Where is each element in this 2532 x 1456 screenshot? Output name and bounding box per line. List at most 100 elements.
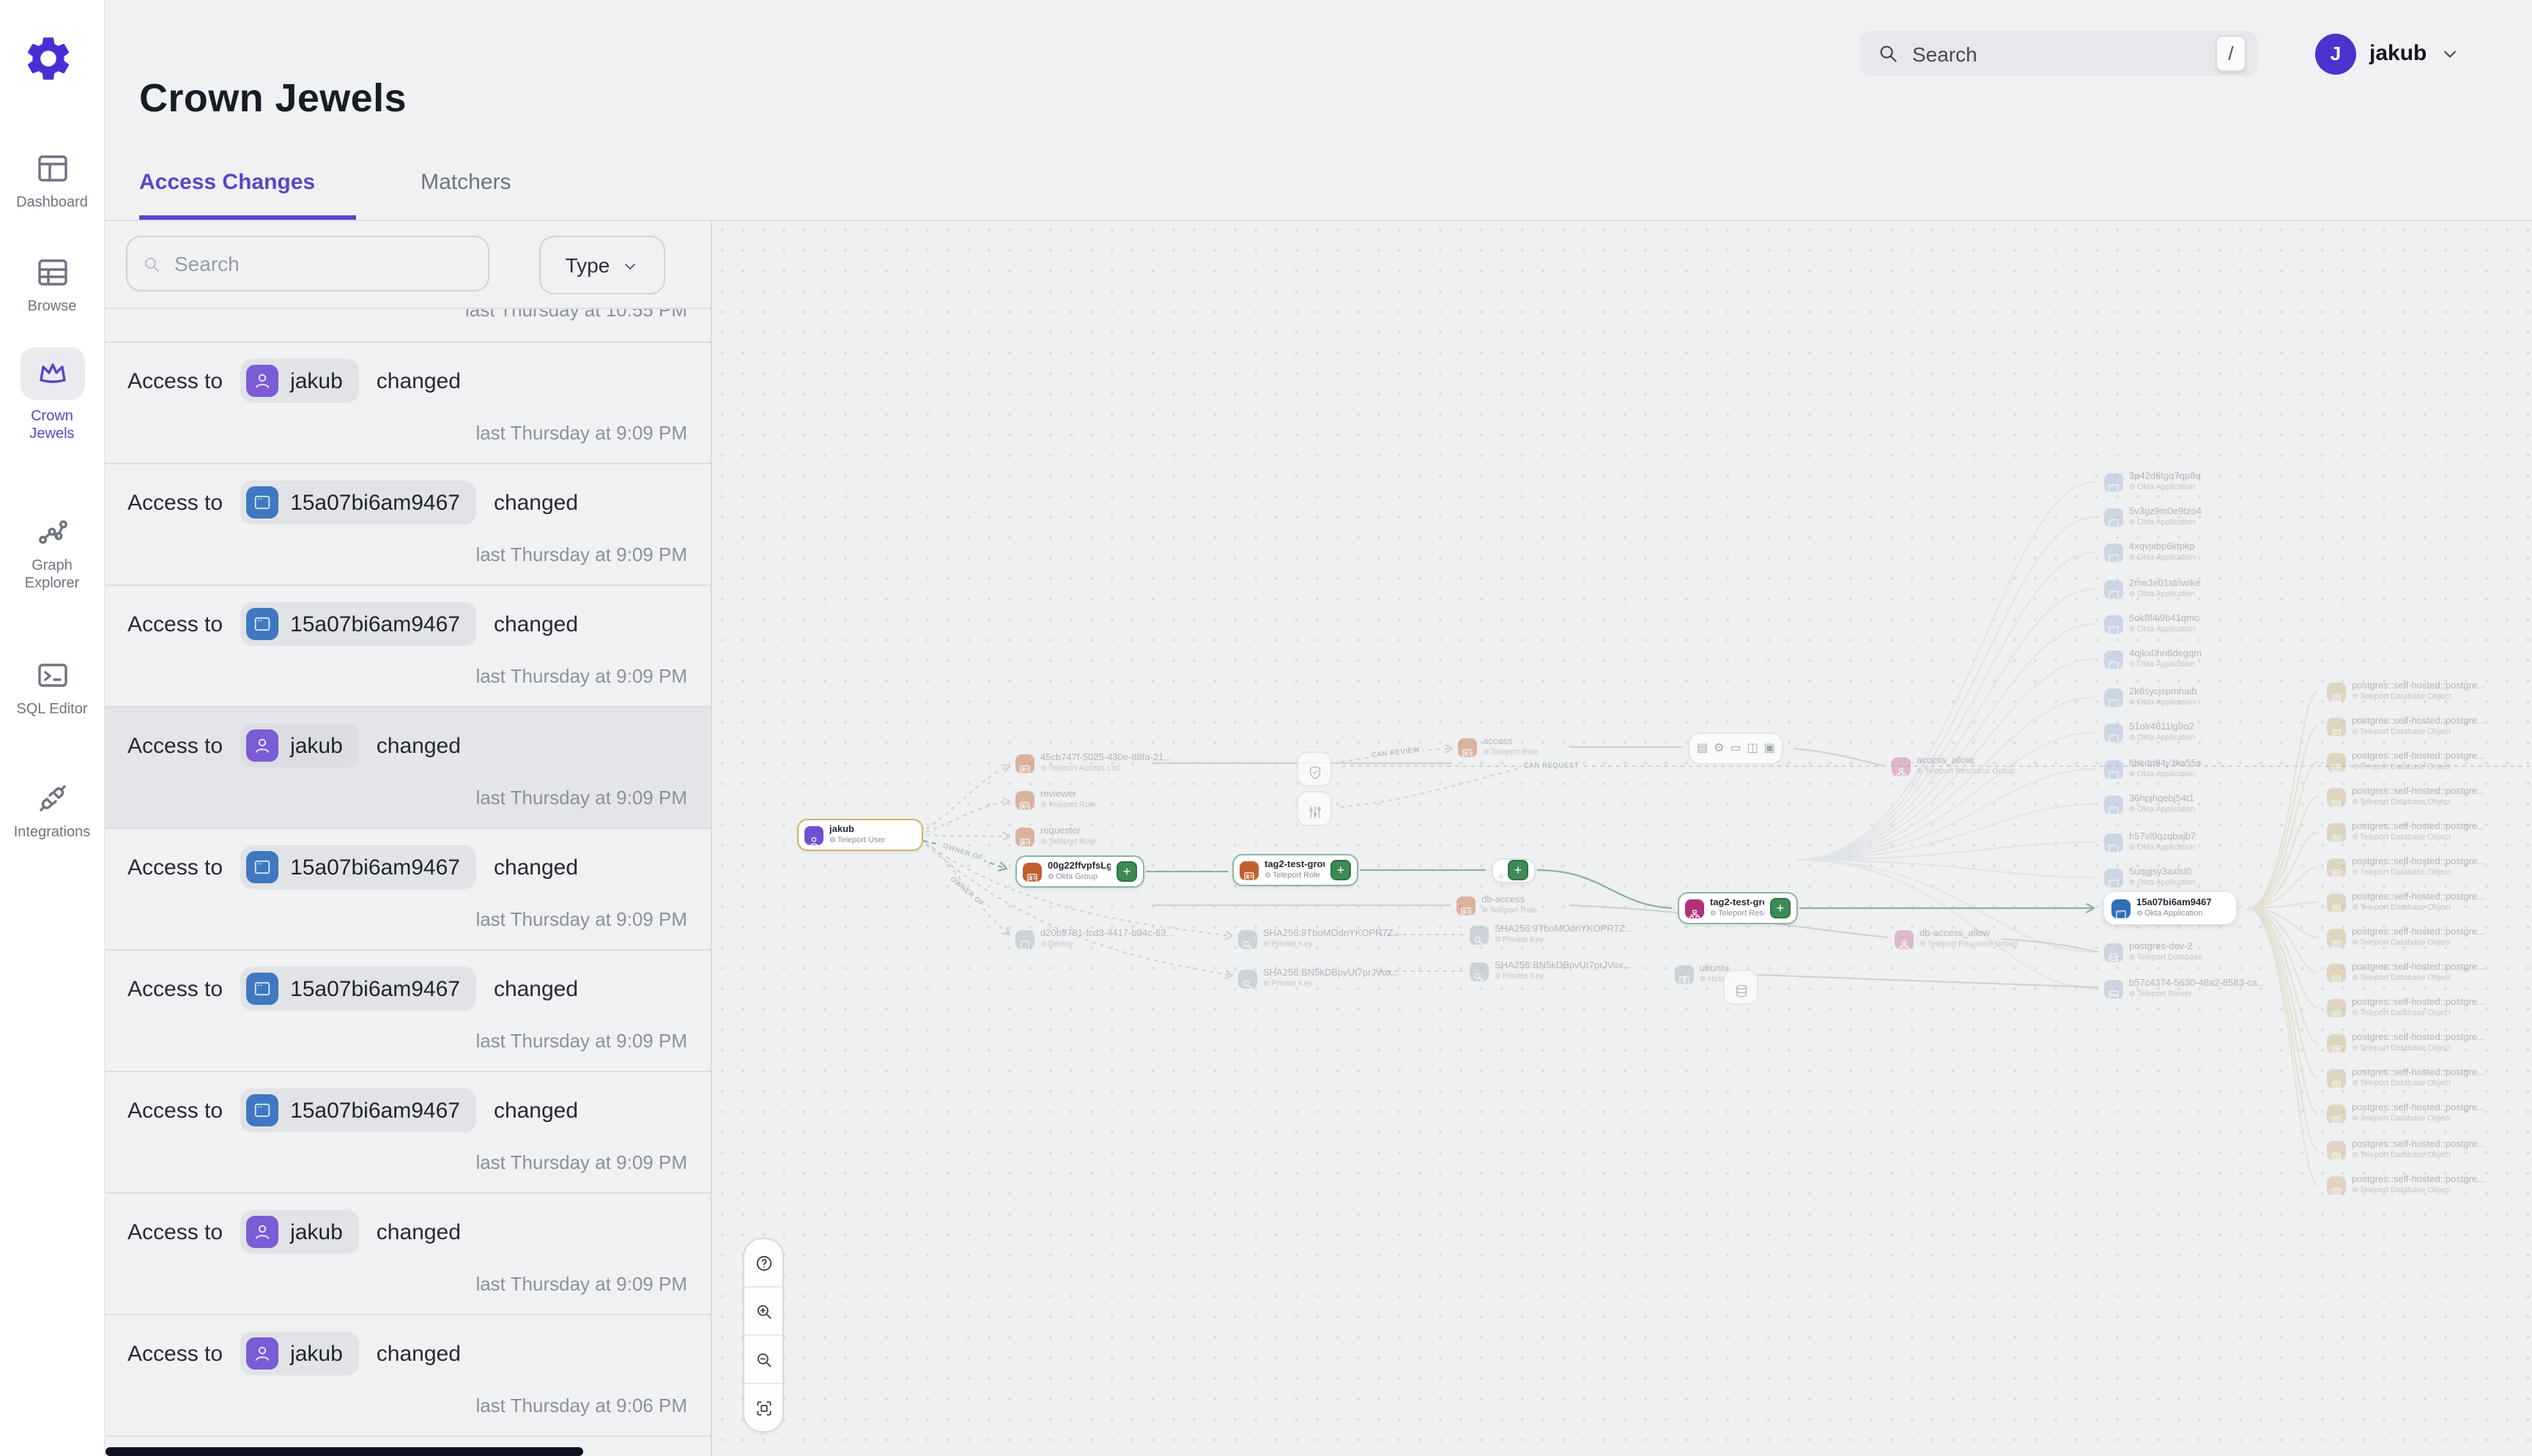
idcard-icon	[1015, 828, 1034, 847]
edge-label: CAN REQUEST	[1521, 762, 1582, 769]
graph-node-jakub[interactable]: jakub⚙Teleport User	[797, 819, 923, 851]
graph-node-d20b9781-fcd3-4417-b94c-[interactable]: d20b9781-fcd3-4417-b94c-63...⚙Device	[1015, 929, 1174, 951]
graph-node-5v3gz9m0e9tzo4[interactable]: 5v3gz9m0e9tzo4⚙Okta Application	[2104, 507, 2202, 529]
access-change-row-partial[interactable]: last Thursday at 10:55 PM	[104, 309, 711, 343]
graph-node-51olr4611lg9o2[interactable]: 51olr4611lg9o2⚙Okta Application	[2104, 722, 2195, 744]
sidebar-item-graph-explorer[interactable]: Graph Explorer	[0, 514, 104, 593]
graph-node-15a07bi6am9467[interactable]: 15a07bi6am9467⚙Okta Application	[2104, 892, 2236, 924]
idcard-icon	[1023, 862, 1042, 881]
graph-node-db-access-allow[interactable]: db-access_allow⚙Teleport Resource Group	[1895, 929, 2018, 951]
graph-node-group[interactable]: +	[1492, 858, 1536, 883]
zoom-in-button[interactable]	[744, 1288, 782, 1336]
graph-node-6bkdq84y3ka55s[interactable]: 6bkdq84y3ka55s⚙Okta Application	[2104, 759, 2201, 781]
panel-search-input[interactable]: Search	[126, 236, 489, 291]
access-change-row[interactable]: Access to jakub changed last Thursday at…	[104, 1194, 711, 1315]
row-action: changed	[494, 855, 578, 880]
expand-node-button[interactable]: +	[1117, 861, 1137, 882]
tab-access-changes[interactable]: Access Changes	[139, 170, 356, 220]
horizontal-scrollbar[interactable]	[106, 1447, 583, 1456]
graph-node-postgres-self-hosted-pos[interactable]: postgres::self-hosted::postgre...⚙Telepo…	[2327, 927, 2485, 949]
global-search-placeholder: Search	[1912, 42, 2216, 65]
zoom-out-button[interactable]	[744, 1336, 782, 1384]
type-filter-dropdown[interactable]: Type	[539, 236, 665, 294]
sidebar-item-crown-jewels[interactable]: Crown Jewels	[0, 347, 104, 444]
access-change-row[interactable]: Access to 15a07bi6am9467 changed last Th…	[104, 586, 711, 707]
graph-node-group[interactable]: ▤⚙▭◫▣	[1688, 732, 1784, 765]
graph-node-reviewer[interactable]: reviewer⚙Teleport Role	[1015, 790, 1096, 811]
access-change-row[interactable]: Access to 15a07bi6am9467 changed last Th…	[104, 951, 711, 1072]
graph-node-3p42d6tgq7qp8q[interactable]: 3p42d6tgq7qp8q⚙Okta Application	[2104, 472, 2201, 494]
help-button[interactable]	[744, 1239, 782, 1288]
graph-node-access[interactable]: access⚙Teleport Role	[1458, 737, 1539, 759]
user-menu[interactable]: J jakub	[2315, 31, 2460, 76]
graph-node-postgres-self-hosted-pos[interactable]: postgres::self-hosted::postgre...⚙Telepo…	[2327, 822, 2485, 844]
graph-node-db-access[interactable]: db-access⚙Teleport Role	[1456, 895, 1537, 917]
entity-chip[interactable]: 15a07bi6am9467	[240, 480, 476, 524]
sidebar-item-sql-editor[interactable]: SQL Editor	[0, 658, 104, 719]
graph-node-b57c4374-5630-48a2-8583-[interactable]: b57c4374-5630-48a2-8583-ca...⚙Teleport S…	[2104, 978, 2265, 1000]
graph-node-postgres-self-hosted-pos[interactable]: postgres::self-hosted::postgre...⚙Telepo…	[2327, 716, 2485, 738]
access-change-row[interactable]: Access to jakub changed last Thursday at…	[104, 1315, 711, 1437]
graph-node-2me3e01stnwike[interactable]: 2me3e01stnwike⚙Okta Application	[2104, 579, 2201, 601]
graph-node-00g22ffvpfslgceuw0h8[interactable]: 00g22ffvpfsLgcEUW0h8⚙Okta Group+	[1015, 855, 1144, 888]
graph-node-postgres-self-hosted-pos[interactable]: postgres::self-hosted::postgre...⚙Telepo…	[2327, 962, 2485, 984]
entity-chip[interactable]: 15a07bi6am9467	[240, 967, 476, 1011]
entity-chip[interactable]: 15a07bi6am9467	[240, 602, 476, 646]
graph-node-db[interactable]	[1723, 970, 1758, 1005]
sidebar-item-dashboard[interactable]: Dashboard	[0, 151, 104, 212]
row-action: changed	[494, 976, 578, 1001]
graph-node-sha256-9tbomodnykopr7z-[interactable]: SHA256:9TboMOdnYKOPR7Z...⚙Private Key	[1238, 929, 1402, 951]
access-change-row[interactable]: Access to jakub changed last Thursday at…	[104, 707, 711, 829]
graph-node-4xqvjxbp6ktpkp[interactable]: 4xqvjxbp6ktpkp⚙Okta Application	[2104, 542, 2195, 564]
graph-node-2k6sycjspmhaib[interactable]: 2k6sycjspmhaib⚙Okta Application	[2104, 687, 2197, 709]
graph-node-postgres-self-hosted-pos[interactable]: postgres::self-hosted::postgre...⚙Telepo…	[2327, 1103, 2485, 1125]
graph-node-postgres-self-hosted-pos[interactable]: postgres::self-hosted::postgre...⚙Telepo…	[2327, 892, 2485, 914]
app-logo-gear-icon[interactable]	[22, 32, 75, 85]
access-change-row[interactable]: Access to jakub changed last Thursday at…	[104, 343, 711, 464]
global-search-input[interactable]: Search /	[1859, 31, 2258, 76]
graph-node-postgres-self-hosted-pos[interactable]: postgres::self-hosted::postgre...⚙Telepo…	[2327, 998, 2485, 1019]
graph-node-sha256-bn5kdbpvut7prjvox[interactable]: SHA256:BN5kDBpvUt7prJVox...⚙Private Key	[1470, 961, 1631, 983]
graph-node-sliders[interactable]	[1297, 791, 1332, 826]
graph-node-sha256-bn5kdbpvut7prjvox[interactable]: SHA256:BN5kDBpvUt7prJVox...⚙Private Key	[1238, 968, 1399, 990]
graph-node-36hpjhqebj54t1[interactable]: 36hpjhqebj54t1⚙Okta Application	[2104, 794, 2195, 816]
access-change-row[interactable]: Access to 15a07bi6am9467 changed last Th…	[104, 1072, 711, 1194]
graph-node-postgres-self-hosted-pos[interactable]: postgres::self-hosted::postgre...⚙Telepo…	[2327, 681, 2485, 703]
entity-chip[interactable]: jakub	[240, 1331, 359, 1375]
graph-node-postgres-self-hosted-pos[interactable]: postgres::self-hosted::postgre...⚙Telepo…	[2327, 1068, 2485, 1090]
tab-matchers[interactable]: Matchers	[421, 170, 517, 220]
graph-node-postgres-dev-2[interactable]: postgres-dev-2⚙Teleport Database	[2104, 942, 2202, 964]
access-change-row[interactable]: Access to 15a07bi6am9467 changed last Th…	[104, 829, 711, 951]
graph-node-access-allow[interactable]: access_allow⚙Teleport Resource Group	[1892, 756, 2015, 778]
graph-node-tag2-test-group-access-[interactable]: tag2-test-group-access-...⚙Teleport Reso…	[1678, 892, 1798, 924]
graph-node-shield[interactable]	[1297, 751, 1332, 787]
app-window-icon	[246, 851, 278, 883]
graph-node-postgres-self-hosted-pos[interactable]: postgres::self-hosted::postgre...⚙Telepo…	[2327, 1140, 2485, 1162]
graph-node-4qjkx0hn6degqm[interactable]: 4qjkx0hn6degqm⚙Okta Application	[2104, 649, 2202, 671]
graph-node-h57vl9qzqbajb7[interactable]: h57vl9qzqbajb7⚙Okta Application	[2104, 832, 2196, 854]
graph-node-postgres-self-hosted-pos[interactable]: postgres::self-hosted::postgre...⚙Telepo…	[2327, 751, 2485, 773]
access-graph-canvas[interactable]: jakub⚙Teleport User 00g22ffvpfsLgcEUW0h8⚙…	[712, 220, 2532, 1456]
graph-node-5uqgjsy3axlsl0[interactable]: 5uqgjsy3axlsl0⚙Okta Application	[2104, 867, 2195, 889]
graph-node-postgres-self-hosted-pos[interactable]: postgres::self-hosted::postgre...⚙Telepo…	[2327, 1033, 2485, 1055]
graph-node-5ok8f4i9b41qmc[interactable]: 5ok8f4i9b41qmc⚙Okta Application	[2104, 614, 2199, 636]
graph-node-requester[interactable]: requester⚙Teleport Role	[1015, 826, 1096, 848]
graph-node-postgres-self-hosted-pos[interactable]: postgres::self-hosted::postgre...⚙Telepo…	[2327, 787, 2485, 809]
entity-chip[interactable]: jakub	[240, 359, 359, 403]
graph-node-45cb747f-5025-430e-88fa-[interactable]: 45cb747f-5025-430e-88fa-21...⚙Teleport A…	[1015, 753, 1171, 775]
fit-view-button[interactable]	[744, 1384, 782, 1431]
entity-chip[interactable]: jakub	[240, 1210, 359, 1254]
sidebar-item-browse[interactable]: Browse	[0, 255, 104, 316]
expand-node-button[interactable]: +	[1330, 860, 1351, 880]
expand-node-button[interactable]: +	[1770, 898, 1791, 918]
graph-node-sha256-9tbomodnykopr7z-[interactable]: SHA256:9TboMOdnYKOPR7Z...⚙Private Key	[1470, 924, 1633, 946]
access-change-row[interactable]: Access to 15a07bi6am9467 changed last Th…	[104, 464, 711, 586]
access-change-list: last Thursday at 10:55 PM Access to jaku…	[104, 309, 711, 1456]
graph-node-postgres-self-hosted-pos[interactable]: postgres::self-hosted::postgre...⚙Telepo…	[2327, 857, 2485, 879]
entity-chip[interactable]: jakub	[240, 724, 359, 768]
graph-node-tag2-test-group-access-[interactable]: tag2-test-group-access-...⚙Teleport Role…	[1232, 854, 1358, 886]
entity-chip[interactable]: 15a07bi6am9467	[240, 845, 476, 889]
graph-node-postgres-self-hosted-pos[interactable]: postgres::self-hosted::postgre...⚙Telepo…	[2327, 1175, 2485, 1197]
entity-chip[interactable]: 15a07bi6am9467	[240, 1088, 476, 1132]
sidebar-item-integrations[interactable]: Integrations	[0, 781, 104, 842]
